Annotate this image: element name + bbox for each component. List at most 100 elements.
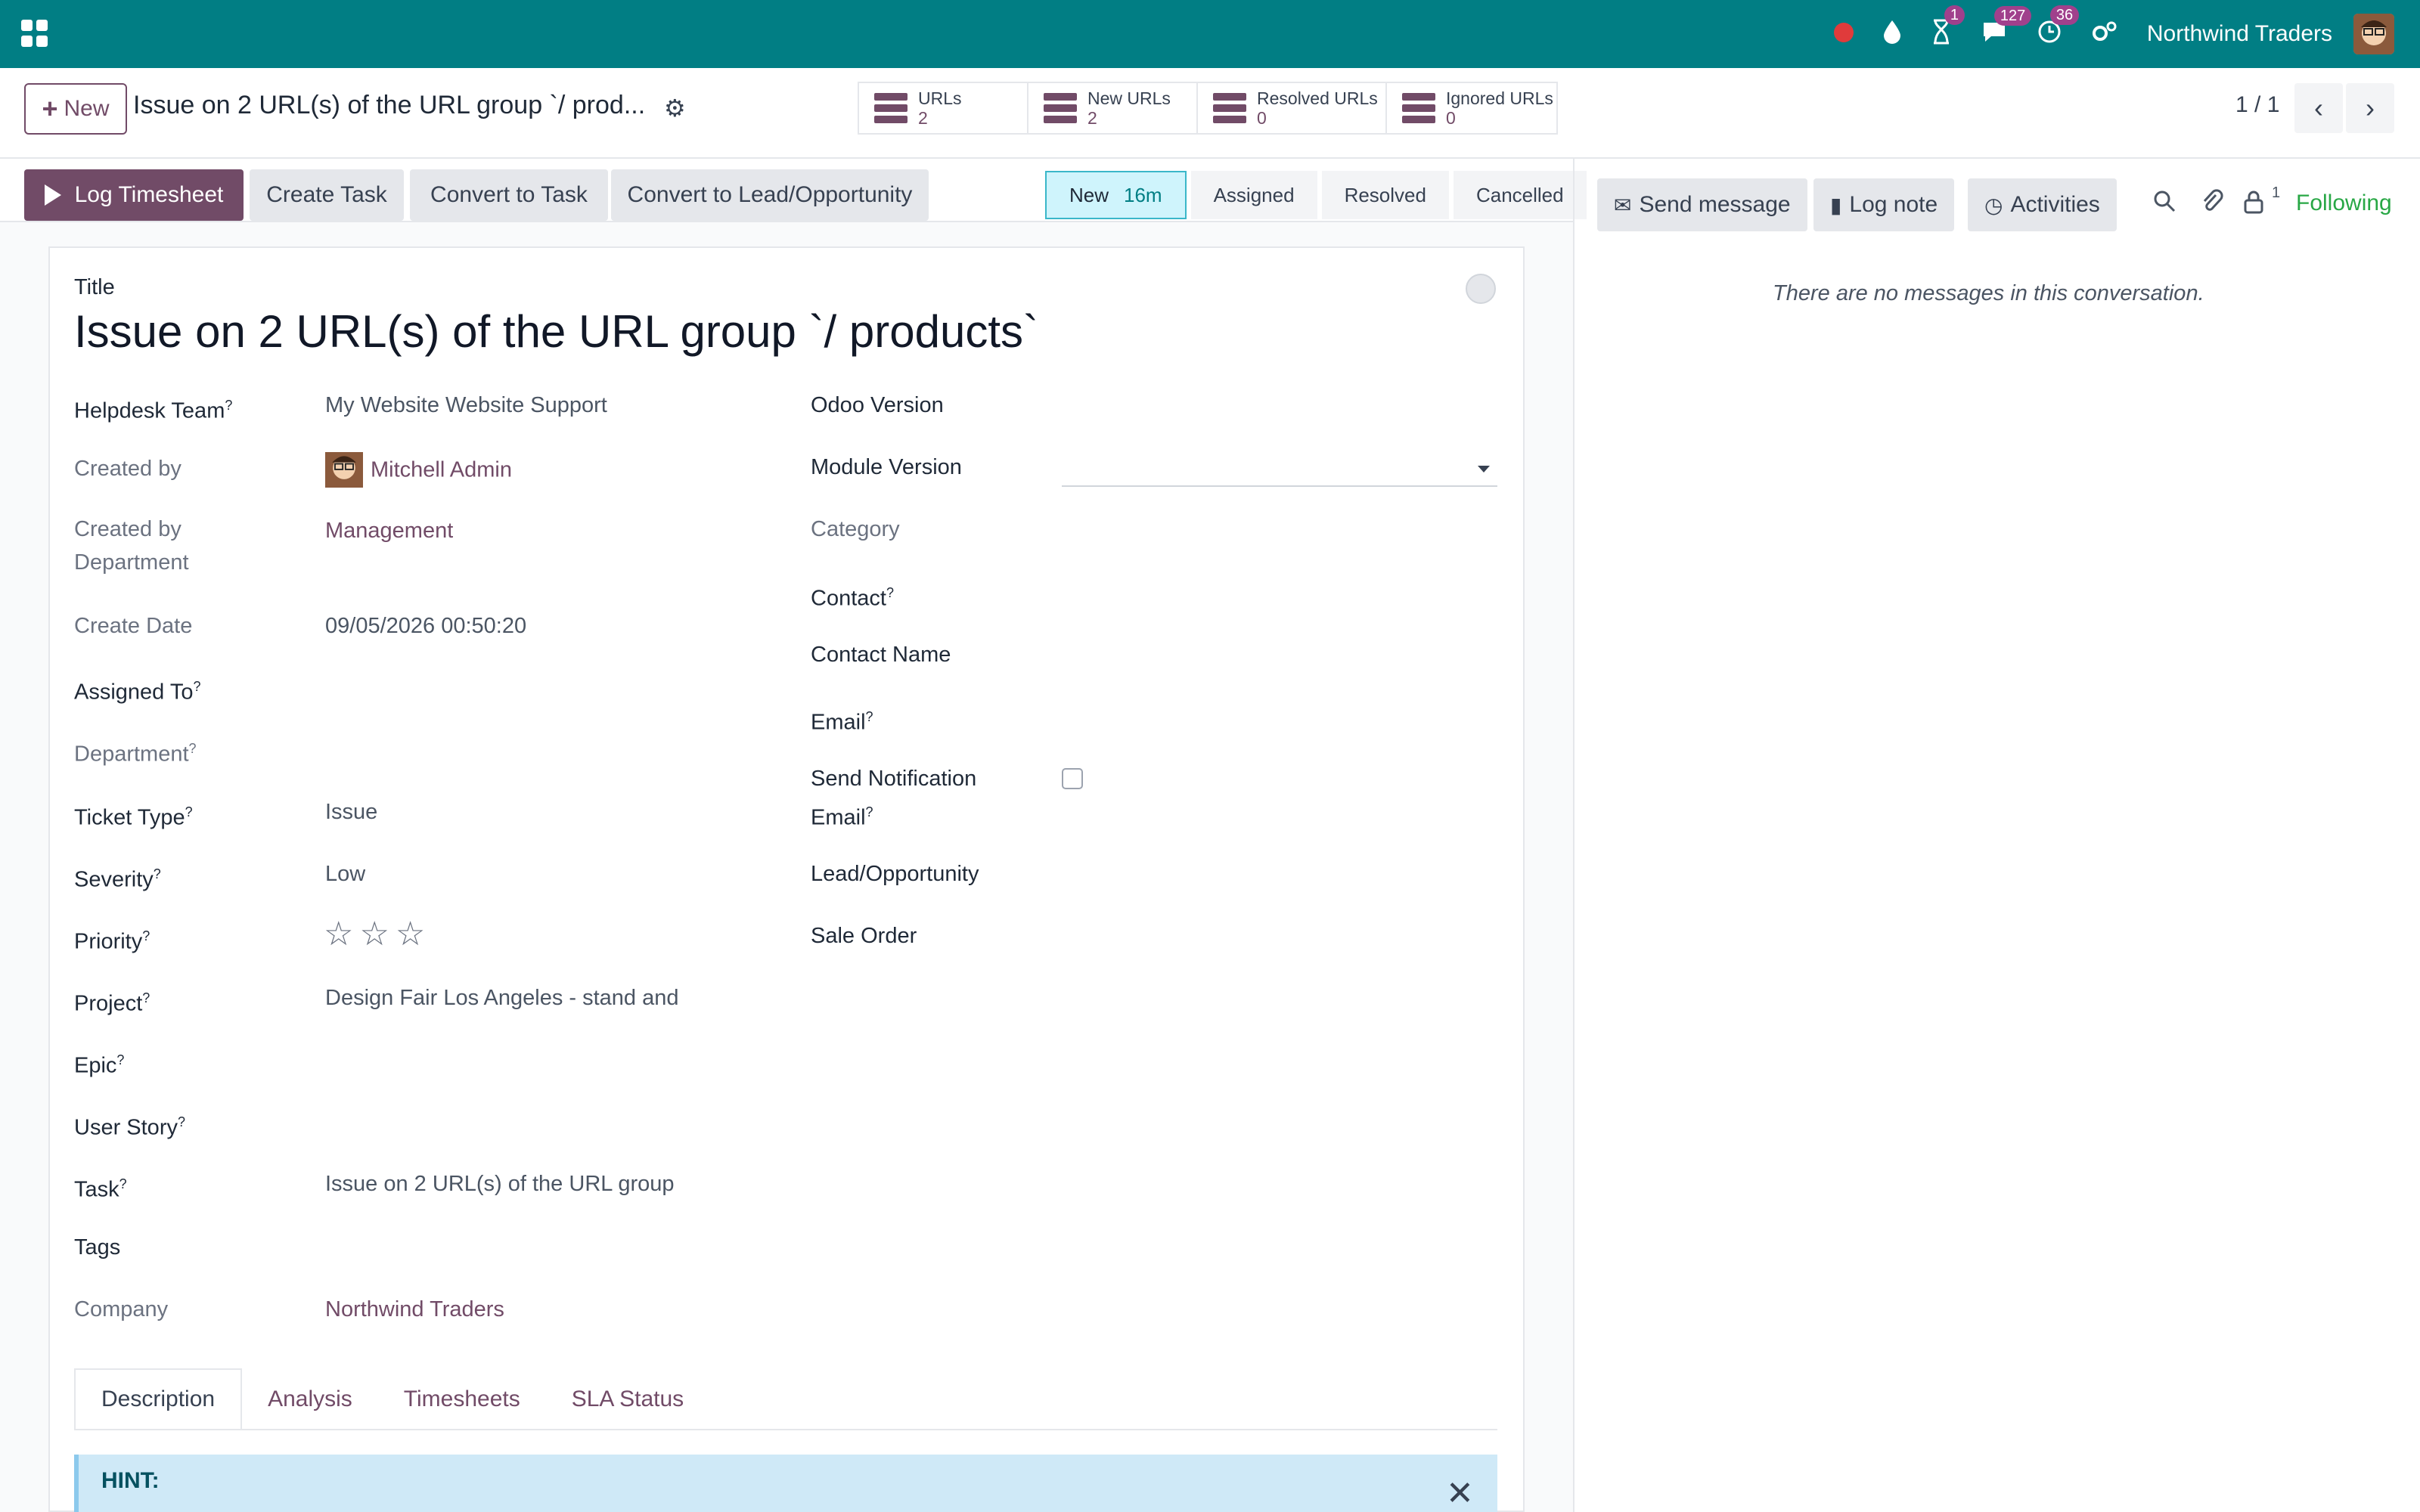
- smart-button-resolved-urls[interactable]: Resolved URLs 0: [1198, 83, 1387, 133]
- clock-icon: ◷: [1984, 193, 2003, 217]
- followers-lock-icon[interactable]: [2243, 189, 2264, 221]
- severity-label: Severity?: [74, 866, 161, 892]
- tab-timesheets[interactable]: Timesheets: [378, 1368, 546, 1430]
- stage-assigned[interactable]: Assigned: [1190, 171, 1317, 219]
- control-panel-divider: [0, 157, 2420, 159]
- contact-name-label: Contact Name: [811, 643, 951, 667]
- breadcrumb-record-title: Issue on 2 URL(s) of the URL group `/ pr…: [133, 91, 646, 119]
- epic-label: Epic?: [74, 1052, 125, 1078]
- send-notification-label: Send Notification Email?: [811, 767, 977, 830]
- pager-previous-button[interactable]: ‹: [2294, 83, 2343, 133]
- severity-field[interactable]: Low: [325, 857, 365, 891]
- play-icon: [44, 184, 61, 206]
- activities-button[interactable]: ◷ Activities: [1968, 178, 2117, 231]
- smart-button-urls[interactable]: URLs 2: [859, 83, 1028, 133]
- convert-to-task-button[interactable]: Convert to Task: [410, 169, 608, 221]
- smart-button-value: 2: [918, 108, 928, 128]
- pager-value[interactable]: 1 / 1: [2235, 92, 2279, 118]
- smart-buttons: URLs 2 New URLs 2 Resolved URLs 0 Ignored U…: [858, 82, 1558, 135]
- smart-button-ignored-urls[interactable]: Ignored URLs 0: [1387, 83, 1556, 133]
- title-field[interactable]: Issue on 2 URL(s) of the URL group `/ pr…: [74, 305, 1038, 358]
- envelope-icon: ✉: [1614, 193, 1632, 217]
- stage-cancelled[interactable]: Cancelled: [1453, 171, 1587, 219]
- company-label: Company: [74, 1297, 169, 1321]
- hint-alert: [74, 1455, 1497, 1512]
- stage-new[interactable]: New 16m: [1045, 171, 1187, 219]
- contact-label: Contact?: [811, 585, 894, 611]
- smart-button-label: Resolved URLs: [1257, 88, 1378, 108]
- stage-statusbar: New 16m Assigned Resolved Cancelled: [1045, 171, 1591, 219]
- smart-button-new-urls[interactable]: New URLs 2: [1028, 83, 1198, 133]
- module-version-select[interactable]: [1062, 485, 1497, 487]
- odoo-version-label: Odoo Version: [811, 393, 944, 417]
- pager-next-button[interactable]: ›: [2346, 83, 2394, 133]
- form-sheet: [48, 246, 1525, 1512]
- statusbar-divider: [0, 221, 1573, 222]
- note-icon: ▮: [1830, 193, 1842, 217]
- apps-menu-icon[interactable]: [21, 20, 48, 47]
- clock-icon[interactable]: 36: [2037, 5, 2080, 49]
- chevron-down-icon[interactable]: [1478, 466, 1490, 472]
- ticket-type-field[interactable]: Issue: [325, 795, 377, 829]
- drop-icon[interactable]: [1882, 19, 1902, 49]
- helpdesk-team-label: Helpdesk Team?: [74, 398, 233, 423]
- created-by-field[interactable]: Mitchell Admin: [325, 452, 512, 490]
- followers-count: 1: [2272, 184, 2281, 201]
- star-icon[interactable]: ☆: [324, 916, 353, 953]
- messages-badge: 127: [1993, 6, 2032, 26]
- created-by-dept-label: Created by Department: [74, 517, 189, 575]
- helpdesk-team-field[interactable]: My Website Website Support: [325, 389, 688, 422]
- new-button[interactable]: + New: [24, 83, 127, 135]
- send-message-button[interactable]: ✉ Send message: [1597, 178, 1807, 231]
- tabs-divider: [74, 1429, 1497, 1430]
- log-note-label: Log note: [1849, 192, 1938, 217]
- create-task-button[interactable]: Create Task: [250, 169, 404, 221]
- department-label: Department?: [74, 741, 197, 767]
- sale-order-label: Sale Order: [811, 924, 917, 948]
- user-avatar[interactable]: [2353, 14, 2394, 54]
- created-by-name: Mitchell Admin: [371, 457, 512, 482]
- created-by-dept-field[interactable]: Management: [325, 514, 453, 547]
- activity-hourglass-icon[interactable]: 1: [1931, 5, 1965, 49]
- close-icon[interactable]: ✕: [1446, 1477, 1474, 1510]
- kanban-state-icon[interactable]: [1466, 274, 1496, 304]
- stage-resolved[interactable]: Resolved: [1321, 171, 1449, 219]
- messages-icon[interactable]: 127: [1981, 6, 2032, 48]
- list-icon: [874, 93, 908, 123]
- smart-button-label: Ignored URLs: [1446, 88, 1553, 108]
- stage-label: New: [1069, 183, 1109, 206]
- tab-analysis[interactable]: Analysis: [242, 1368, 378, 1430]
- lead-opportunity-label: Lead/Opportunity: [811, 862, 979, 886]
- ticket-type-label: Ticket Type?: [74, 804, 193, 830]
- convert-to-lead-button[interactable]: Convert to Lead/Opportunity: [611, 169, 929, 221]
- chatter-divider: [1573, 159, 1575, 1512]
- tab-sla-status[interactable]: SLA Status: [546, 1368, 709, 1430]
- systray: 1 127 36 Northwind Traders: [1833, 0, 2420, 68]
- log-note-button[interactable]: ▮ Log note: [1813, 178, 1955, 231]
- task-field[interactable]: Issue on 2 URL(s) of the URL group: [325, 1167, 685, 1201]
- top-navbar: 1 127 36 Northwind Traders: [0, 0, 2420, 68]
- gear-icon[interactable]: ⚙: [664, 94, 686, 122]
- avatar: [325, 452, 363, 488]
- following-button[interactable]: Following: [2296, 191, 2392, 216]
- search-icon[interactable]: [2152, 189, 2176, 219]
- list-icon: [1213, 93, 1246, 123]
- log-timesheet-button[interactable]: Log Timesheet: [24, 169, 244, 221]
- recording-indicator-icon[interactable]: [1833, 21, 1854, 47]
- send-notification-checkbox[interactable]: [1062, 768, 1083, 789]
- chevron-right-icon: ›: [2366, 92, 2375, 123]
- star-icon[interactable]: ☆: [359, 916, 389, 953]
- paperclip-icon[interactable]: [2201, 189, 2223, 221]
- company-switcher[interactable]: Northwind Traders: [2147, 21, 2332, 47]
- tab-description[interactable]: Description: [74, 1368, 243, 1430]
- settings-gears-icon[interactable]: [2091, 20, 2118, 48]
- star-icon[interactable]: ☆: [396, 916, 425, 953]
- send-message-label: Send message: [1639, 192, 1791, 217]
- company-field[interactable]: Northwind Traders: [325, 1293, 504, 1326]
- email-label: Email?: [811, 709, 873, 735]
- assigned-to-label: Assigned To?: [74, 679, 201, 705]
- project-field[interactable]: Design Fair Los Angeles - stand and: [325, 981, 685, 1015]
- activity-badge: 1: [1944, 5, 1965, 25]
- chevron-left-icon: ‹: [2314, 92, 2323, 123]
- category-label: Category: [811, 517, 900, 541]
